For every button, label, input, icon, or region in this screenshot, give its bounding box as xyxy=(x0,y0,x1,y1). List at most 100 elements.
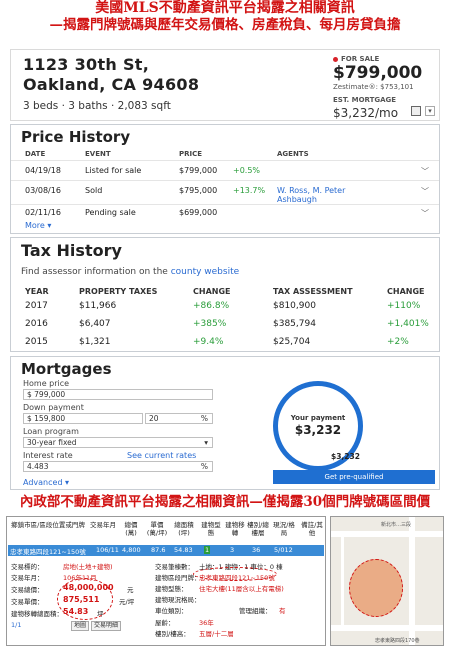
tax-assessment: $385,794 xyxy=(273,319,316,329)
ph-event: Sold xyxy=(85,186,103,195)
tw-label-age: 屋齡： xyxy=(155,619,175,627)
loan-program-value: 30-year fixed xyxy=(27,438,77,447)
interest-rate-value: 4.483 xyxy=(27,462,49,471)
listing-facts: 3 beds · 3 baths · 2,083 sqft xyxy=(23,100,171,112)
price-history-row[interactable]: 02/11/16 Pending sale $699,000 ﹀ xyxy=(11,204,439,220)
mortgages-title: Mortgages xyxy=(21,360,112,378)
tw-map[interactable]: 新北市…三段 忠孝東路四段170巷 xyxy=(330,516,444,646)
more-link[interactable]: More ▾ xyxy=(25,221,51,230)
loan-program-select[interactable]: 30-year fixed ▾ xyxy=(23,437,213,448)
headline-top: 美國MLS不動產資訊平台揭露之相關資訊 —揭露門牌號碼與歷年交易價格、房產稅負、… xyxy=(0,0,450,34)
chevron-down-icon[interactable]: ▾ xyxy=(425,106,435,116)
current-rates-link[interactable]: See current rates xyxy=(127,451,196,460)
col-property-taxes: PROPERTY TAXES xyxy=(79,287,158,296)
headline-line-2: —揭露門牌號碼與歷年交易價格、房產稅負、每月房貸負擔 xyxy=(49,17,401,33)
down-payment-pct-value: 20 xyxy=(149,414,159,423)
ph-event: Listed for sale xyxy=(85,166,142,175)
tax-amount: $11,966 xyxy=(79,301,117,311)
get-prequalified-button[interactable]: Get pre-qualified xyxy=(273,470,435,484)
tw-cell-status: 5/012 xyxy=(274,546,293,554)
tw-col-date: 交易年月 xyxy=(90,521,116,529)
tw-unit-yuan-per-ping: 元/坪 xyxy=(119,598,135,606)
calculator-icon[interactable] xyxy=(411,106,421,116)
tw-label-layout: 建物現況格局： xyxy=(155,596,201,604)
tw-value-target: 房地(土地+建物) xyxy=(63,563,113,571)
tw-detail-button-label: 交易明細 xyxy=(94,622,119,629)
chevron-down-icon: ▾ xyxy=(204,438,208,447)
for-sale-label: FOR SALE xyxy=(333,55,379,63)
headline-line-1: 美國MLS不動產資訊平台揭露之相關資訊 xyxy=(95,0,355,16)
tw-cell-area: 54.83 xyxy=(174,546,193,554)
tax-row: 2016 $6,407 +385% $385,794 +1,401% xyxy=(11,316,439,334)
ph-agent-link[interactable]: W. Ross, M. Peter Ashbaugh xyxy=(277,186,373,204)
col-date: DATE xyxy=(25,150,46,158)
payment-total: $3,232 xyxy=(331,452,360,461)
price-history-row[interactable]: 03/08/16 Sold $795,000 +13.7% W. Ross, M… xyxy=(11,180,439,204)
advanced-label: Advanced xyxy=(23,478,63,487)
chevron-down-icon[interactable]: ﹀ xyxy=(421,166,429,177)
chevron-down-icon[interactable]: ﹀ xyxy=(421,186,429,197)
map-label-top: 新北市…三段 xyxy=(381,522,412,528)
tw-detail-button[interactable]: 交易明細 xyxy=(91,621,122,631)
tax-history-title: Tax History xyxy=(21,241,122,260)
tax-row: 2015 $1,321 +9.4% $25,704 +2% xyxy=(11,334,439,352)
tax-change: +86.8% xyxy=(193,301,230,311)
highlight-circle xyxy=(57,578,113,620)
map-road xyxy=(331,531,443,537)
chevron-down-icon[interactable]: ﹀ xyxy=(421,208,429,219)
assessment-change: +2% xyxy=(387,337,409,347)
col-year: YEAR xyxy=(25,287,49,296)
tw-cell-location: 忠孝東路四段121~150號 xyxy=(10,548,86,556)
tw-label-date: 交易年月： xyxy=(11,574,44,582)
tw-col-transfer: 建物移轉 xyxy=(225,521,245,537)
tax-row: 2017 $11,966 +86.8% $810,900 +110% xyxy=(11,298,439,316)
col-tax-assessment: TAX ASSESSMENT xyxy=(273,287,353,296)
tax-year: 2017 xyxy=(25,301,48,311)
col-change-2: CHANGE xyxy=(387,287,425,296)
ph-date: 03/08/16 xyxy=(25,186,61,195)
est-mortgage-value: $3,232/mo xyxy=(333,106,399,120)
tw-map-button[interactable]: 地圖 xyxy=(71,621,90,631)
col-change: CHANGE xyxy=(193,287,231,296)
ph-date: 04/19/18 xyxy=(25,166,61,175)
price-history-title: Price History xyxy=(21,128,131,146)
pct-sign: % xyxy=(200,462,208,471)
tw-cell-total: 4,800 xyxy=(122,546,141,554)
tw-col-note: 備註/其他 xyxy=(301,521,323,537)
mortgages-section: Mortgages Home price $ 799,000 Down paym… xyxy=(10,356,440,490)
tw-col-type: 建物型態 xyxy=(201,521,221,537)
tw-label-target: 交易標的： xyxy=(11,563,44,571)
col-event: EVENT xyxy=(85,150,111,158)
ph-price: $795,000 xyxy=(179,186,218,195)
tw-label-unit: 交易單價： xyxy=(11,598,44,606)
ph-date: 02/11/16 xyxy=(25,208,61,217)
down-payment-pct-input[interactable]: 20% xyxy=(145,413,213,424)
tax-amount: $6,407 xyxy=(79,319,111,329)
map-road xyxy=(331,625,443,631)
assessment-change: +1,401% xyxy=(387,319,429,329)
zestimate: Zestimate®: $753,101 xyxy=(333,83,414,91)
tw-col-location: 鄉鎮市區/區段位置或門牌 xyxy=(11,521,85,529)
home-price-label: Home price xyxy=(23,379,70,388)
tw-unit-yuan: 元 xyxy=(127,586,134,594)
map-road xyxy=(341,537,344,625)
tax-year: 2015 xyxy=(25,337,48,347)
assessor-info: Find assessor information on the county … xyxy=(21,267,239,277)
down-payment-input[interactable]: $ 159,800 xyxy=(23,413,143,424)
home-price-input[interactable]: $ 799,000 xyxy=(23,389,213,400)
address-highlight-circle xyxy=(193,567,277,581)
price-history-row[interactable]: 04/19/18 Listed for sale $799,000 +0.5% … xyxy=(11,160,439,180)
interest-rate-input[interactable]: 4.483% xyxy=(23,461,213,472)
tw-label-floor: 樓別/樓高： xyxy=(155,630,190,638)
pct-sign: % xyxy=(200,414,208,423)
tw-transaction-panel: 鄉鎮市區/區段位置或門牌 交易年月 總價(萬) 單價(萬/坪) 總面積(坪) 建… xyxy=(6,516,326,646)
tw-col-unit: 單價(萬/坪) xyxy=(146,521,168,537)
tw-cell-unit: 87.6 xyxy=(151,546,166,554)
tw-result-row[interactable]: 忠孝東路四段121~150號 106/11 4,800 87.6 54.83 1… xyxy=(8,545,324,556)
ph-change: +13.7% xyxy=(233,186,266,195)
county-website-link[interactable]: county website xyxy=(171,267,239,277)
advanced-link[interactable]: Advanced ▾ xyxy=(23,478,69,487)
tax-change: +9.4% xyxy=(193,337,224,347)
tw-label-total: 交易總價： xyxy=(11,586,44,594)
for-sale-text: FOR SALE xyxy=(341,55,380,63)
